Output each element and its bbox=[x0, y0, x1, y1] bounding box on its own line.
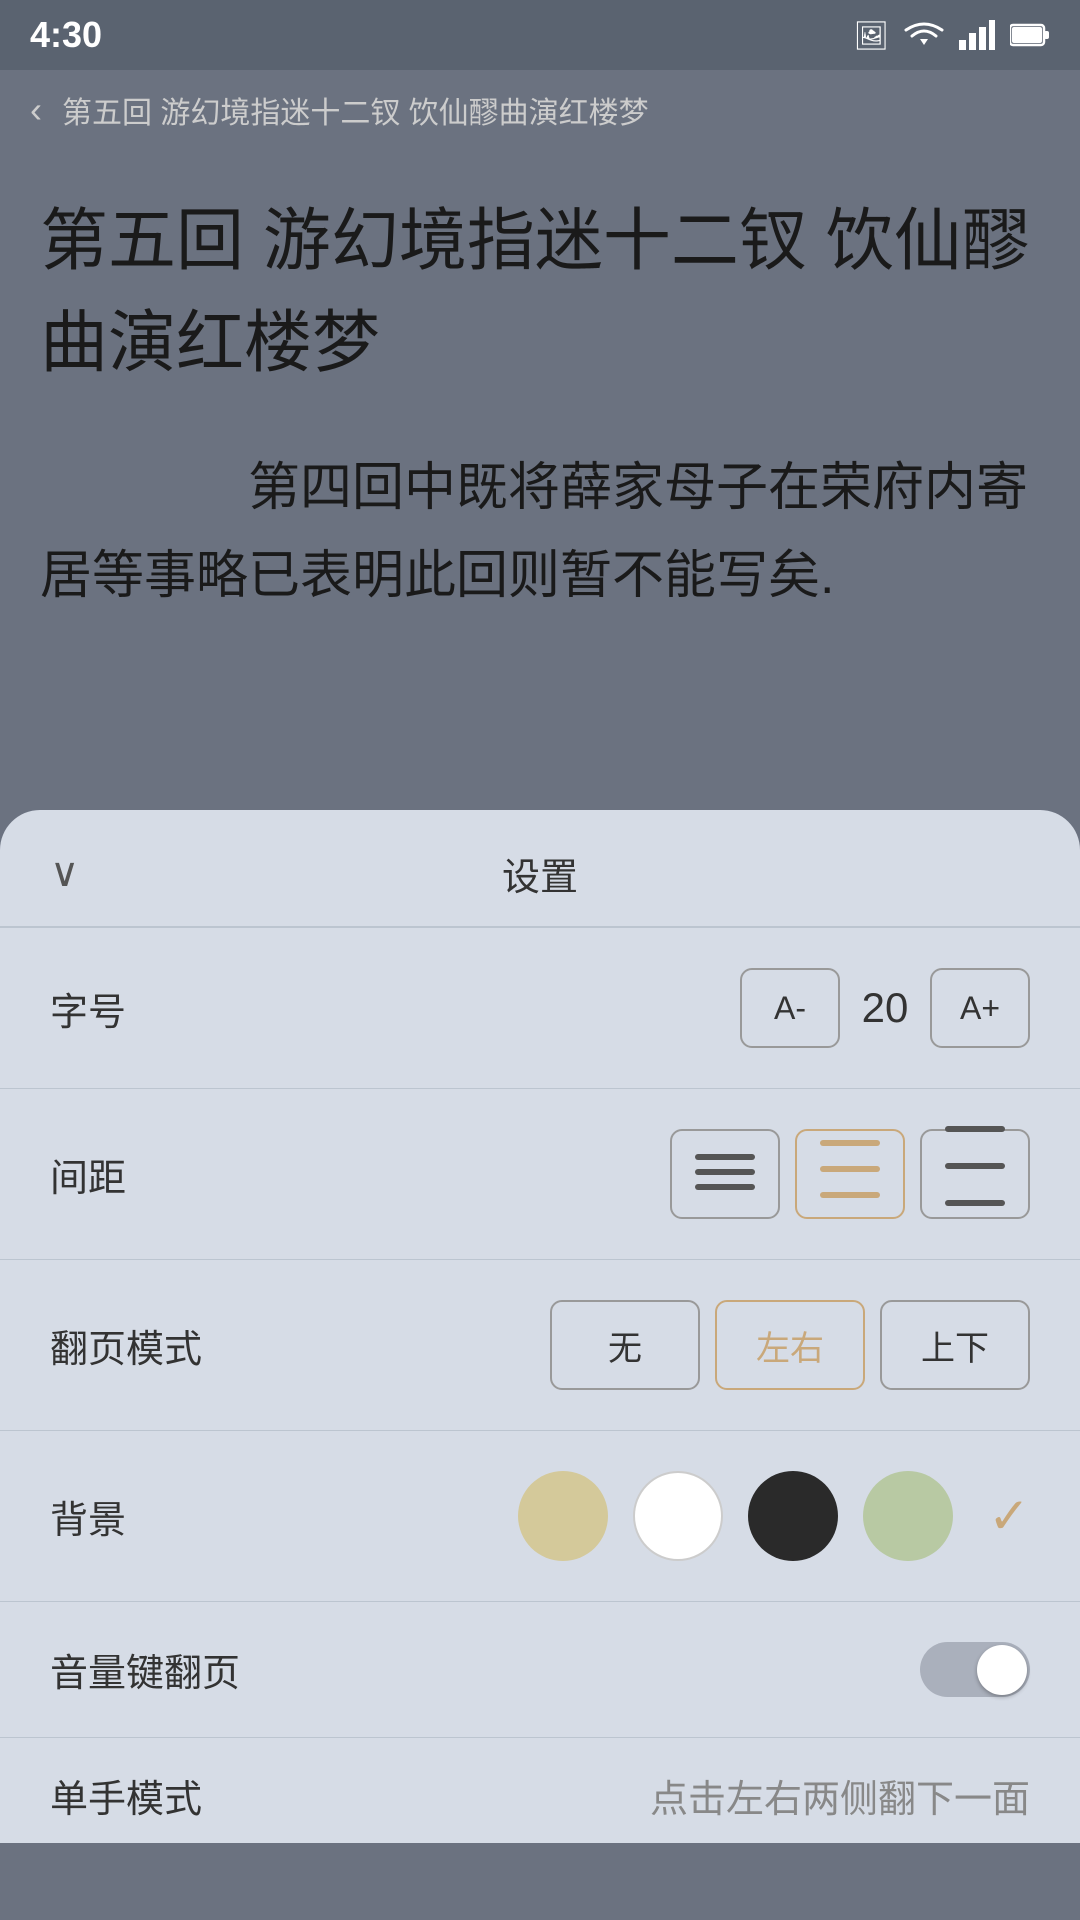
settings-header: ∨ 设置 bbox=[0, 810, 1080, 928]
page-mode-updown-button[interactable]: 上下 bbox=[880, 1300, 1030, 1390]
font-size-controls: A- 20 A+ bbox=[740, 968, 1030, 1048]
spacing-controls bbox=[670, 1129, 1030, 1219]
bg-color-tan[interactable] bbox=[518, 1471, 608, 1561]
page-mode-leftright-button[interactable]: 左右 bbox=[715, 1300, 865, 1390]
nav-bar: ‹ 第五回 游幻境指迷十二钗 饮仙醪曲演红楼梦 bbox=[0, 70, 1080, 150]
image-icon: 🖼 bbox=[853, 19, 889, 52]
bg-active-checkmark: ✓ bbox=[988, 1487, 1030, 1545]
page-mode-label: 翻页模式 bbox=[50, 1318, 202, 1373]
bg-color-green[interactable] bbox=[863, 1471, 953, 1561]
background-label: 背景 bbox=[50, 1489, 126, 1544]
spacing-medium-button[interactable] bbox=[795, 1129, 905, 1219]
nav-title: 第五回 游幻境指迷十二钗 饮仙醪曲演红楼梦 bbox=[62, 88, 649, 132]
page-mode-none-button[interactable]: 无 bbox=[550, 1300, 700, 1390]
battery-icon bbox=[1010, 23, 1050, 47]
single-hand-hint: 点击左右两侧翻下一面 bbox=[650, 1768, 1030, 1823]
chapter-title: 第五回 游幻境指迷十二钗 饮仙醪曲演红楼梦 bbox=[40, 190, 1040, 394]
content-area: 第五回 游幻境指迷十二钗 饮仙醪曲演红楼梦 第四回中既将薛家母子在荣府内寄居等事… bbox=[0, 150, 1080, 810]
spacing-loose-button[interactable] bbox=[920, 1129, 1030, 1219]
bg-color-black[interactable] bbox=[748, 1471, 838, 1561]
page-mode-controls: 无 左右 上下 bbox=[550, 1300, 1030, 1390]
toggle-knob bbox=[977, 1645, 1027, 1695]
status-icons: 🖼 bbox=[853, 19, 1050, 52]
background-row: 背景 ✓ bbox=[0, 1431, 1080, 1602]
settings-close-button[interactable]: ∨ bbox=[50, 850, 79, 896]
font-size-row: 字号 A- 20 A+ bbox=[0, 928, 1080, 1089]
line-spacing-row: 间距 bbox=[0, 1089, 1080, 1260]
spacing-tight-button[interactable] bbox=[670, 1129, 780, 1219]
font-decrease-button[interactable]: A- bbox=[740, 968, 840, 1048]
settings-title: 设置 bbox=[502, 846, 578, 901]
settings-panel: ∨ 设置 字号 A- 20 A+ 间距 bbox=[0, 810, 1080, 1843]
signal-icon bbox=[959, 20, 995, 50]
font-size-label: 字号 bbox=[50, 981, 126, 1036]
status-bar: 4:30 🖼 bbox=[0, 0, 1080, 70]
single-hand-row: 单手模式 点击左右两侧翻下一面 bbox=[0, 1738, 1080, 1843]
font-increase-button[interactable]: A+ bbox=[930, 968, 1030, 1048]
volume-page-label: 音量键翻页 bbox=[50, 1642, 240, 1697]
volume-page-row: 音量键翻页 bbox=[0, 1602, 1080, 1738]
bg-color-white[interactable] bbox=[633, 1471, 723, 1561]
background-color-controls: ✓ bbox=[518, 1471, 1030, 1561]
back-button[interactable]: ‹ bbox=[30, 89, 42, 131]
wifi-icon bbox=[904, 20, 944, 50]
volume-page-toggle[interactable] bbox=[920, 1642, 1030, 1697]
status-time: 4:30 bbox=[30, 14, 102, 56]
font-size-value: 20 bbox=[855, 984, 915, 1032]
line-spacing-label: 间距 bbox=[50, 1147, 126, 1202]
chapter-text: 第四回中既将薛家母子在荣府内寄居等事略已表明此回则暂不能写矣. bbox=[40, 444, 1040, 621]
single-hand-label: 单手模式 bbox=[50, 1768, 202, 1823]
page-mode-row: 翻页模式 无 左右 上下 bbox=[0, 1260, 1080, 1431]
